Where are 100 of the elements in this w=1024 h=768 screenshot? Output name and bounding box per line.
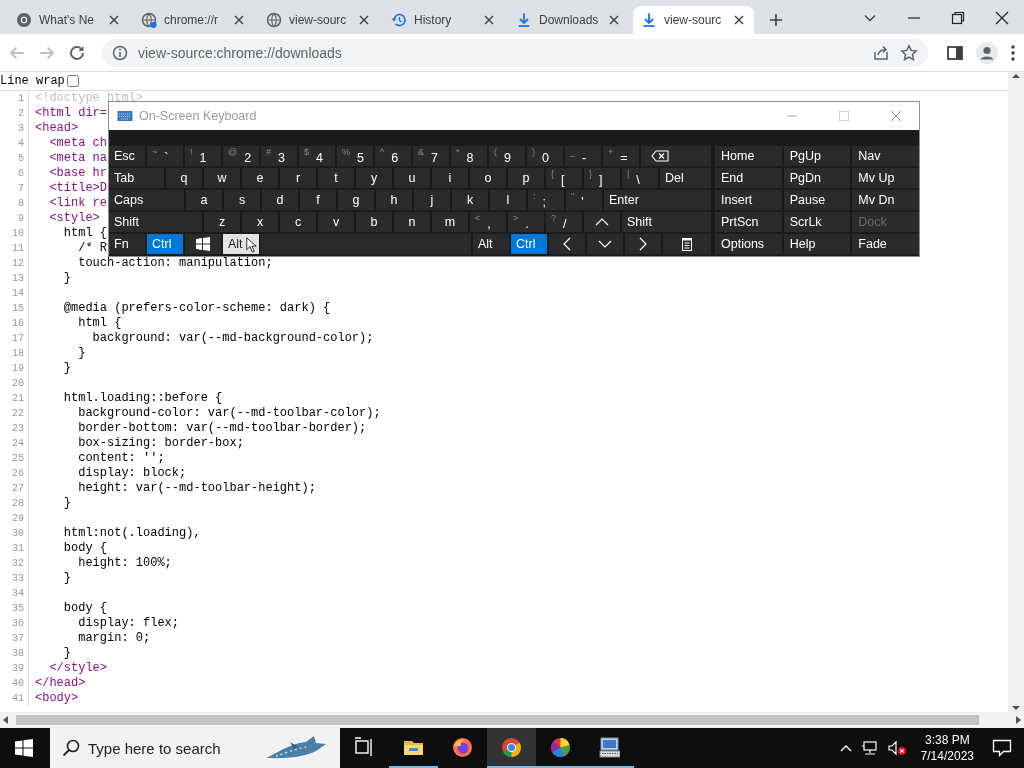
tab[interactable]: view-sourc [258, 6, 379, 34]
menu-icon[interactable] [1010, 43, 1016, 62]
key[interactable]: PrtScn [715, 212, 782, 232]
key[interactable]: Fn [109, 234, 145, 254]
scrollbar-thumb[interactable] [16, 715, 979, 725]
key[interactable]: c [280, 212, 316, 232]
star-icon[interactable] [900, 43, 918, 62]
key[interactable]: q [166, 168, 202, 188]
key[interactable] [185, 234, 221, 254]
key[interactable]: : ; [528, 190, 564, 210]
key[interactable]: Nav [852, 146, 919, 166]
key[interactable]: h [376, 190, 412, 210]
close-icon[interactable] [732, 13, 746, 27]
close-icon[interactable] [107, 13, 121, 27]
key[interactable]: d [262, 190, 298, 210]
scroll-up-icon[interactable] [1011, 72, 1021, 80]
key[interactable]: Esc [109, 146, 145, 166]
key[interactable]: * 8 [451, 146, 487, 166]
key[interactable]: Pause [783, 190, 851, 210]
key[interactable]: Shift [109, 212, 202, 232]
key[interactable]: p [508, 168, 544, 188]
key[interactable]: Ctrl [511, 234, 547, 254]
key[interactable]: Caps [109, 190, 184, 210]
volume-muted-icon[interactable] [886, 740, 907, 756]
network-icon[interactable] [860, 740, 879, 756]
key[interactable]: v [318, 212, 354, 232]
key[interactable]: _ - [565, 146, 601, 166]
key[interactable]: Mv Up [852, 168, 919, 188]
reload-icon[interactable] [68, 43, 86, 62]
key[interactable]: ( 9 [489, 146, 525, 166]
key[interactable]: Fade [852, 234, 919, 254]
key[interactable] [641, 146, 711, 166]
key[interactable]: % 5 [337, 146, 373, 166]
search-field[interactable]: Type here to search [50, 728, 340, 768]
checkbox[interactable] [66, 75, 79, 87]
scrollbar[interactable] [1008, 72, 1024, 712]
clock-time[interactable]: 3:38 PM [924, 732, 970, 748]
close-icon[interactable] [232, 13, 246, 27]
info-icon[interactable] [112, 44, 128, 61]
taskbar-button[interactable] [487, 728, 536, 768]
key[interactable]: k [452, 190, 488, 210]
key[interactable]: PgDn [783, 168, 851, 188]
tab[interactable]: Downloads [508, 6, 629, 34]
key[interactable]: a [186, 190, 222, 210]
side-panel-icon[interactable] [946, 43, 964, 62]
key[interactable]: | \ [622, 168, 658, 188]
key[interactable]: Ctrl [147, 234, 183, 254]
key[interactable]: l [490, 190, 526, 210]
key[interactable]: g [338, 190, 374, 210]
close-icon[interactable] [482, 13, 496, 27]
key[interactable]: y [356, 168, 392, 188]
key[interactable]: j [414, 190, 450, 210]
key[interactable]: # 3 [261, 146, 297, 166]
key[interactable]: i [432, 168, 468, 188]
key[interactable]: " ' [566, 190, 602, 210]
notification-icon[interactable] [992, 739, 1012, 757]
key[interactable]: x [242, 212, 278, 232]
restore-icon[interactable] [951, 11, 965, 25]
key[interactable]: ? / [546, 212, 582, 232]
profile-icon[interactable] [976, 41, 998, 64]
key[interactable]: t [318, 168, 354, 188]
key[interactable]: ScrLk [783, 212, 851, 232]
key[interactable]: Shift [622, 212, 711, 232]
key[interactable]: e [242, 168, 278, 188]
key[interactable]: End [715, 168, 782, 188]
key[interactable]: ) 0 [527, 146, 563, 166]
key[interactable]: Help [783, 234, 851, 254]
key[interactable]: r [280, 168, 316, 188]
key[interactable]: m [432, 212, 468, 232]
key[interactable]: Home [715, 146, 782, 166]
key[interactable]: @ 2 [223, 146, 259, 166]
key[interactable]: o [470, 168, 506, 188]
key[interactable]: b [356, 212, 392, 232]
key[interactable]: u [394, 168, 430, 188]
key[interactable]: < , [470, 212, 506, 232]
plus-icon[interactable] [768, 12, 784, 28]
key[interactable] [663, 234, 711, 254]
close-icon[interactable] [607, 13, 621, 27]
key[interactable]: & 7 [413, 146, 449, 166]
key[interactable]: + = [603, 146, 639, 166]
key[interactable]: z [204, 212, 240, 232]
key[interactable]: ~ ` [147, 146, 183, 166]
key[interactable]: PgUp [783, 146, 851, 166]
key[interactable]: Mv Dn [852, 190, 919, 210]
key[interactable]: Del [660, 168, 711, 188]
tab[interactable]: What's Ne [8, 6, 129, 34]
close-icon[interactable] [357, 13, 371, 27]
share-icon[interactable] [872, 43, 890, 62]
key[interactable]: ^ 6 [375, 146, 411, 166]
clock-date[interactable]: 7/14/2023 [920, 748, 974, 764]
key[interactable]: f [300, 190, 336, 210]
key[interactable]: s [224, 190, 260, 210]
tab[interactable]: view-sourc [633, 6, 754, 34]
key[interactable]: w [204, 168, 240, 188]
key[interactable]: > . [508, 212, 544, 232]
close-icon[interactable] [995, 11, 1009, 25]
key[interactable]: Enter [604, 190, 711, 210]
key[interactable]: Alt [473, 234, 509, 254]
key[interactable]: n [394, 212, 430, 232]
key[interactable]: } ] [584, 168, 620, 188]
